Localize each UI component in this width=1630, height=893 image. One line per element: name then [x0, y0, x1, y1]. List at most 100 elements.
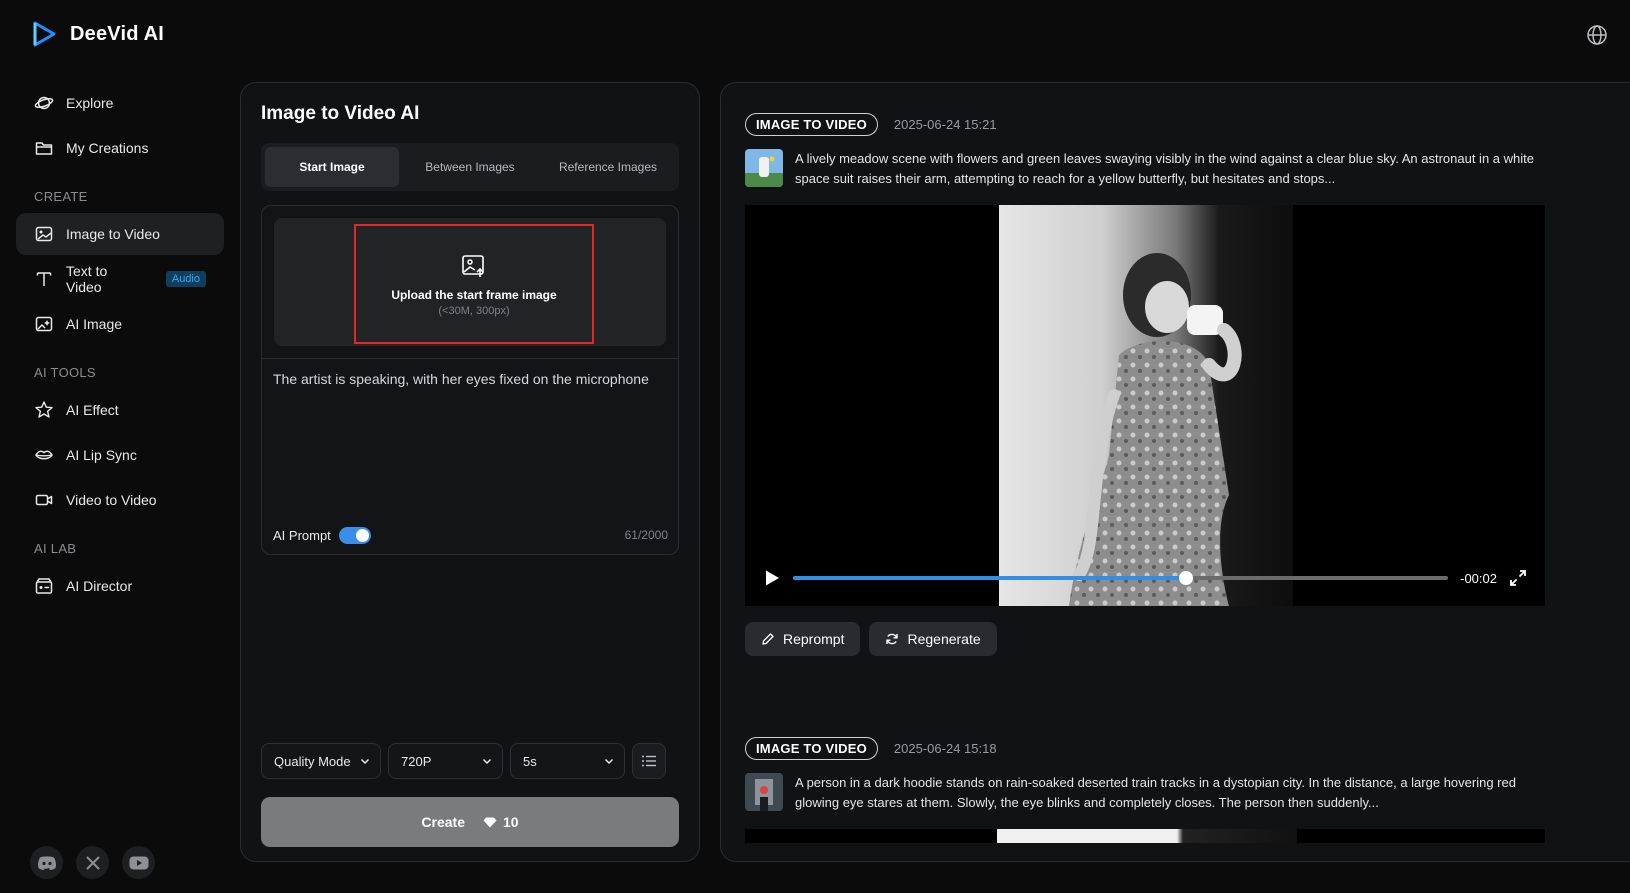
x-icon [85, 855, 100, 870]
history-entry: IMAGE TO VIDEO 2025-06-24 15:18 A person… [745, 735, 1555, 843]
entry-header: IMAGE TO VIDEO 2025-06-24 15:18 [745, 735, 1555, 761]
duration-select[interactable]: 5s [510, 743, 625, 779]
planet-icon [34, 96, 54, 110]
type-badge: IMAGE TO VIDEO [745, 736, 878, 760]
star-icon [35, 401, 53, 418]
x-link[interactable] [76, 846, 109, 879]
sidebar-item-ai-effect[interactable]: AI Effect [16, 389, 224, 431]
discord-link[interactable] [30, 846, 63, 879]
sidebar-item-video-to-video[interactable]: Video to Video [16, 479, 224, 521]
social-links [30, 846, 155, 879]
resolution-select[interactable]: 720P [388, 743, 503, 779]
video-figure [1069, 253, 1242, 606]
sidebar-item-ai-lip-sync[interactable]: AI Lip Sync [16, 434, 224, 476]
tab-start-image[interactable]: Start Image [265, 147, 399, 187]
entry-actions: Reprompt Regenerate [745, 622, 1555, 656]
sidebar-item-ai-image[interactable]: AI Image [16, 303, 224, 345]
sidebar-item-ai-director[interactable]: AI Director [16, 565, 224, 607]
sidebar-item-text-to-video[interactable]: Text to Video Audio [16, 258, 224, 300]
sidebar-item-label: AI Image [66, 316, 123, 332]
video-player[interactable] [745, 829, 1545, 843]
audio-badge: Audio [165, 271, 206, 287]
brand-name: DeeVid AI [70, 22, 165, 45]
sidebar-item-label: AI Lip Sync [66, 447, 137, 463]
options-list-button[interactable] [632, 743, 666, 779]
mode-select[interactable]: Quality Mode [261, 743, 381, 779]
regenerate-button[interactable]: Regenerate [869, 622, 997, 656]
page-title: Image to Video AI [261, 103, 420, 124]
entry-description: A person in a dark hoodie stands on rain… [745, 773, 1555, 813]
generator-panel: Image to Video AI Start Image Between Im… [240, 82, 700, 862]
progress-knob[interactable] [1179, 571, 1194, 585]
section-title-create: CREATE [34, 189, 88, 204]
brand[interactable]: DeeVid AI [30, 20, 164, 48]
pencil-icon [762, 633, 774, 645]
create-label: Create [421, 814, 465, 830]
youtube-icon [129, 856, 148, 869]
divider [262, 358, 678, 359]
image-icon [35, 226, 53, 242]
type-badge: IMAGE TO VIDEO [745, 112, 878, 136]
fullscreen-icon[interactable] [1509, 569, 1527, 587]
ai-prompt-row: AI Prompt [273, 527, 371, 544]
director-icon [35, 578, 53, 594]
ai-prompt-toggle[interactable] [338, 527, 371, 544]
entry-description: A lively meadow scene with flowers and g… [745, 149, 1555, 189]
sidebar-item-label: AI Effect [66, 402, 119, 418]
tab-between-images[interactable]: Between Images [403, 147, 537, 187]
prompt-input[interactable]: The artist is speaking, with her eyes fi… [273, 369, 668, 389]
timestamp: 2025-06-24 15:18 [893, 740, 997, 756]
description-text: A person in a dark hoodie stands on rain… [795, 775, 1516, 810]
text-icon [36, 272, 52, 286]
credits-cost: 10 [483, 814, 519, 830]
sidebar-item-my-creations[interactable]: My Creations [16, 127, 224, 169]
source-thumbnail[interactable] [745, 773, 783, 811]
play-icon[interactable] [763, 569, 781, 587]
history-entry: IMAGE TO VIDEO 2025-06-24 15:21 A lively… [745, 111, 1555, 656]
video-player[interactable]: -00:02 [745, 205, 1545, 606]
create-button[interactable]: Create 10 [261, 797, 679, 847]
sidebar: Explore My Creations CREATE Image to Vid… [16, 82, 224, 610]
upload-hint: (<30M, 300px) [438, 304, 510, 317]
remaining-time: -00:02 [1460, 570, 1497, 586]
input-box: Upload the start frame image (<30M, 300p… [261, 205, 679, 555]
app-root: DeeVid AI Explore My Creations CREATE Im… [0, 0, 1630, 893]
history-panel: IMAGE TO VIDEO 2025-06-24 15:21 A lively… [720, 82, 1630, 862]
discord-icon [37, 855, 56, 870]
video-progress-slider[interactable] [793, 571, 1449, 585]
regenerate-label: Regenerate [907, 631, 981, 647]
upload-start-frame-button[interactable]: Upload the start frame image (<30M, 300p… [354, 224, 594, 344]
generation-options: Quality Mode 720P 5s [261, 743, 666, 779]
sidebar-item-label: Explore [66, 95, 114, 111]
video-frame [997, 829, 1297, 843]
upload-title: Upload the start frame image [391, 287, 557, 302]
list-icon [642, 755, 656, 767]
video-frame [999, 205, 1293, 606]
ai-image-icon [35, 316, 53, 332]
chevron-down-icon [360, 758, 370, 765]
sidebar-item-image-to-video[interactable]: Image to Video [16, 213, 224, 255]
sidebar-item-explore[interactable]: Explore [16, 82, 224, 124]
source-thumbnail[interactable] [745, 149, 783, 187]
entry-header: IMAGE TO VIDEO 2025-06-24 15:21 [745, 111, 1555, 137]
image-upload-icon [462, 254, 484, 277]
ai-prompt-label: AI Prompt [273, 528, 331, 543]
image-mode-tabs: Start Image Between Images Reference Ima… [261, 143, 679, 191]
description-text: A lively meadow scene with flowers and g… [795, 151, 1534, 186]
progress-fill [793, 576, 1187, 580]
video-camera-icon [35, 494, 53, 506]
lips-icon [35, 450, 53, 460]
chevron-down-icon [482, 758, 492, 765]
refresh-icon [886, 633, 899, 645]
reprompt-button[interactable]: Reprompt [745, 622, 861, 656]
chevron-down-icon [604, 758, 614, 765]
logo-icon [33, 21, 56, 47]
credits-value: 10 [503, 814, 519, 830]
section-title-ai-lab: AI LAB [34, 541, 77, 556]
timestamp: 2025-06-24 15:21 [893, 116, 997, 132]
mode-value: Quality Mode [274, 753, 351, 769]
language-globe-icon[interactable] [1586, 24, 1608, 46]
upload-area: Upload the start frame image (<30M, 300p… [274, 218, 666, 346]
tab-reference-images[interactable]: Reference Images [541, 147, 675, 187]
youtube-link[interactable] [122, 846, 155, 879]
